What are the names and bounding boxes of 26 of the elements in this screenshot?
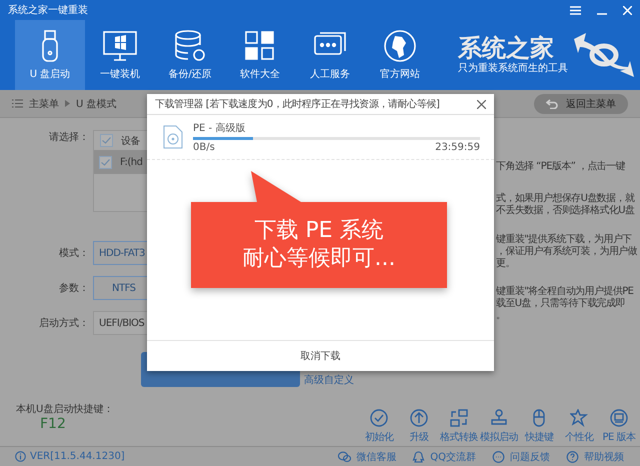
hotkey-label: 本机U盘启动快捷键： (16, 402, 114, 416)
hotkey-value: F12 (39, 416, 66, 432)
info-text: 不丢失数据，否则选择格式化U盘 (496, 205, 636, 217)
info-text: 键重装"提供系统下载，为用户下 (496, 234, 633, 246)
callout-text: 下载 PE 系统 (254, 218, 384, 244)
brand-slogan: 只为重装系统而生的工具 (458, 62, 568, 76)
info-text: 键重装"将全程自动为用户提供PE (496, 286, 634, 298)
file-name: PE - 高级版 (193, 122, 246, 135)
field-label: 参数： (58, 282, 90, 295)
version-text: VER[11.5.44.1230] (30, 451, 125, 462)
field-label: 启动方式： (38, 316, 90, 330)
info-text: 。 (496, 310, 506, 322)
download-speed: 0B/s (193, 142, 215, 153)
info-text: ，保证用户有系统可装，为用户做 (496, 246, 638, 258)
brand-name: 系统之家 (458, 34, 554, 62)
field-label: 请选择： (48, 130, 90, 144)
callout-text: 耐心等候即可... (242, 246, 396, 272)
window-title: 系统之家一键重装 (8, 4, 88, 17)
info-text: 下角选择 “PE版本” ，点击一键 (496, 161, 626, 173)
info-text: 载至U盘，只需等待下载完成即 (496, 298, 626, 310)
info-text: 式，如果用户想保存U盘数据，就 (496, 193, 636, 204)
time-remaining: 23:59:59 (435, 142, 480, 153)
dialog-title: 下载管理器 [若下载速度为0，此时程序正在寻找资源，请耐心等候] (155, 98, 440, 111)
field-label: 模式： (58, 246, 90, 260)
breadcrumb-current: U 盘模式 (76, 98, 116, 110)
info-text: 更。 (496, 258, 516, 270)
